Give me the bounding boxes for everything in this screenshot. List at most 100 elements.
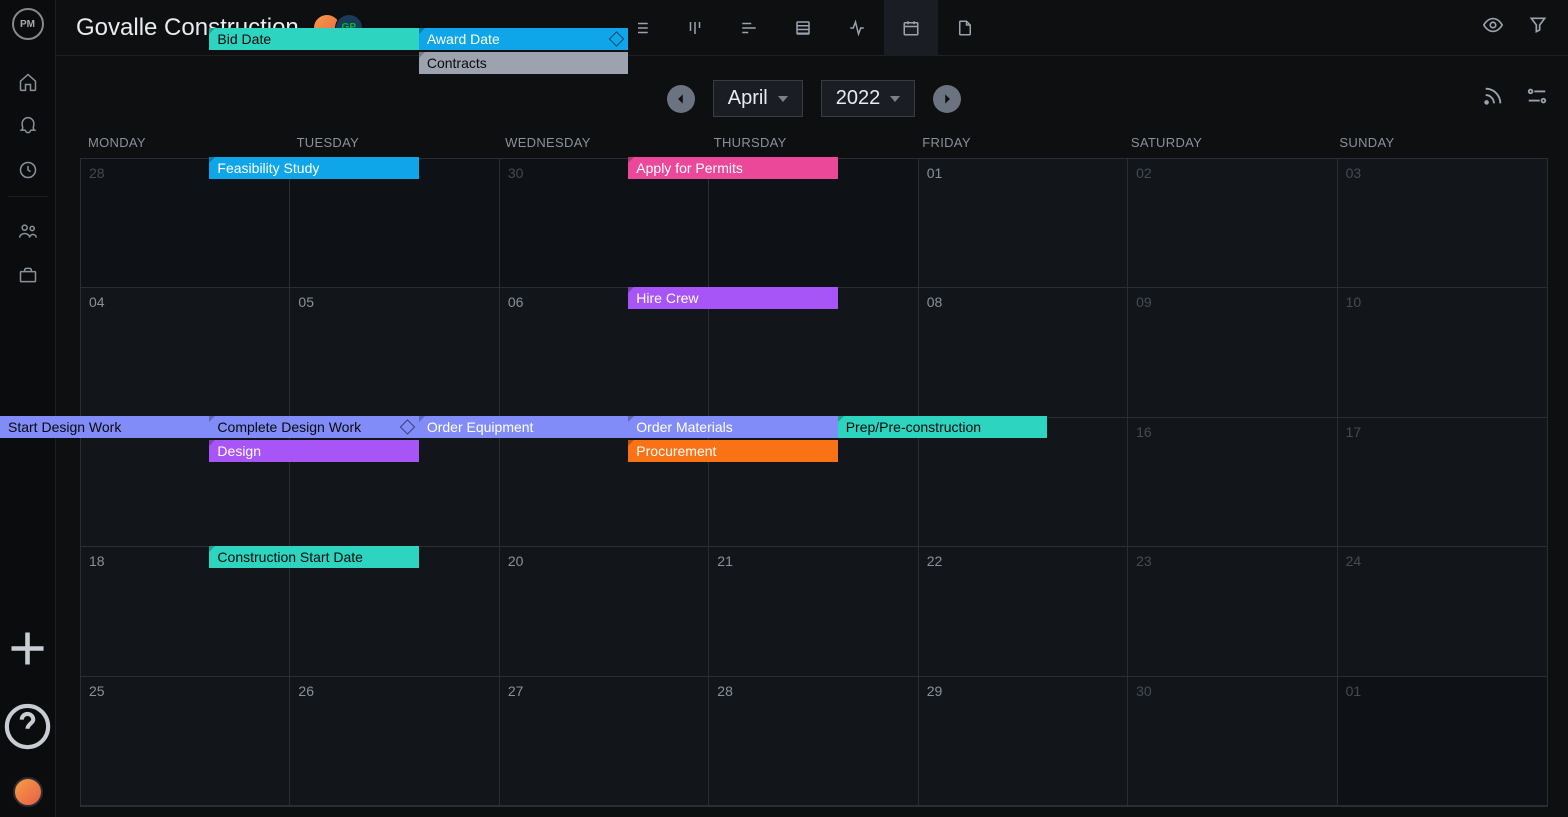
prev-month-button[interactable]: [667, 85, 695, 113]
calendar-cell[interactable]: 22: [919, 547, 1128, 676]
day-number: 16: [1136, 424, 1328, 440]
user-avatar[interactable]: [13, 777, 43, 807]
day-number: 02: [1136, 165, 1328, 181]
event-notch-icon: [209, 546, 215, 552]
day-header: FRIDAY: [922, 135, 1131, 150]
clock-icon[interactable]: [18, 160, 38, 180]
day-header: THURSDAY: [714, 135, 923, 150]
next-month-button[interactable]: [933, 85, 961, 113]
calendar-cell[interactable]: 01: [1338, 677, 1547, 806]
milestone-diamond-icon: [609, 31, 625, 47]
calendar-cell[interactable]: 01: [919, 159, 1128, 288]
file-view-tab[interactable]: [938, 0, 992, 56]
calendar-cell[interactable]: 20: [500, 547, 709, 676]
event-notch-icon: [419, 28, 425, 34]
calendar-cell[interactable]: 08: [919, 288, 1128, 417]
calendar-cell[interactable]: 10: [1338, 288, 1547, 417]
sheet-view-tab[interactable]: [776, 0, 830, 56]
calendar-cell[interactable]: 03: [1338, 159, 1547, 288]
event-bar[interactable]: Order Materials: [628, 416, 837, 438]
calendar-cell[interactable]: 09: [1128, 288, 1337, 417]
day-number: 21: [717, 553, 909, 569]
day-header: WEDNESDAY: [505, 135, 714, 150]
app-logo[interactable]: PM: [12, 8, 44, 40]
help-icon[interactable]: [0, 699, 55, 759]
day-number: 09: [1136, 294, 1328, 310]
divider: [8, 196, 48, 197]
event-bar[interactable]: Award Date: [419, 28, 628, 50]
day-number: 03: [1346, 165, 1539, 181]
calendar-cell[interactable]: 26: [290, 677, 499, 806]
event-notch-icon: [419, 416, 425, 422]
day-number: 27: [508, 683, 700, 699]
day-number: 26: [298, 683, 490, 699]
event-bar[interactable]: Apply for Permits: [628, 157, 837, 179]
day-number: 28: [717, 683, 909, 699]
day-headers: MONDAYTUESDAYWEDNESDAYTHURSDAYFRIDAYSATU…: [80, 135, 1548, 158]
event-bar[interactable]: Construction Start Date: [209, 546, 418, 568]
day-number: 01: [1346, 683, 1539, 699]
calendar-cell[interactable]: 16: [1128, 418, 1337, 547]
calendar-cell[interactable]: 05: [290, 288, 499, 417]
people-icon[interactable]: [18, 221, 38, 241]
gantt-view-tab[interactable]: [722, 0, 776, 56]
calendar-cell[interactable]: 28: [709, 677, 918, 806]
event-notch-icon: [628, 440, 634, 446]
event-bar[interactable]: Order Equipment: [419, 416, 628, 438]
day-number: 23: [1136, 553, 1328, 569]
event-notch-icon: [628, 287, 634, 293]
home-icon[interactable]: [18, 72, 38, 92]
event-notch-icon: [419, 52, 425, 58]
calendar-cell[interactable]: 21: [709, 547, 918, 676]
day-header: SATURDAY: [1131, 135, 1340, 150]
activity-view-tab[interactable]: [830, 0, 884, 56]
bell-icon[interactable]: [18, 116, 38, 136]
calendar-header: April 2022: [80, 80, 1548, 117]
day-header: SUNDAY: [1339, 135, 1548, 150]
event-bar[interactable]: Contracts: [419, 52, 628, 74]
event-bar[interactable]: Design: [209, 440, 418, 462]
day-number: 24: [1346, 553, 1539, 569]
calendar-cell[interactable]: 27: [500, 677, 709, 806]
day-number: 30: [1136, 683, 1328, 699]
calendar-cell[interactable]: 30: [1128, 677, 1337, 806]
day-number: 08: [927, 294, 1119, 310]
add-icon[interactable]: [0, 621, 55, 681]
calendar-cell[interactable]: 04: [81, 288, 290, 417]
calendar-cell[interactable]: 24: [1338, 547, 1547, 676]
event-notch-icon: [628, 416, 634, 422]
calendar-cell[interactable]: 25: [81, 677, 290, 806]
filter-icon[interactable]: [1528, 15, 1548, 40]
event-bar[interactable]: Feasibility Study: [209, 157, 418, 179]
calendar-cell[interactable]: 23: [1128, 547, 1337, 676]
day-number: 01: [927, 165, 1119, 181]
day-number: 29: [927, 683, 1119, 699]
day-number: 22: [927, 553, 1119, 569]
day-header: TUESDAY: [297, 135, 506, 150]
visibility-icon[interactable]: [1482, 14, 1504, 41]
calendar-cell[interactable]: 29: [919, 677, 1128, 806]
day-number: 20: [508, 553, 700, 569]
event-bar[interactable]: Start Design Work: [0, 416, 209, 438]
feed-icon[interactable]: [1482, 85, 1504, 112]
event-notch-icon: [628, 157, 634, 163]
calendar-view-tab[interactable]: [884, 0, 938, 56]
sidebar: PM: [0, 0, 56, 817]
event-bar[interactable]: Prep/Pre-construction: [838, 416, 1047, 438]
year-select[interactable]: 2022: [821, 80, 916, 117]
event-bar[interactable]: Procurement: [628, 440, 837, 462]
settings-icon[interactable]: [1526, 85, 1548, 112]
board-view-tab[interactable]: [668, 0, 722, 56]
briefcase-icon[interactable]: [18, 265, 38, 285]
event-bar[interactable]: Complete Design Work: [209, 416, 418, 438]
event-bar[interactable]: Bid Date: [209, 28, 418, 50]
event-notch-icon: [838, 416, 844, 422]
day-number: 10: [1346, 294, 1539, 310]
chevron-down-icon: [778, 96, 788, 102]
month-select[interactable]: April: [713, 80, 803, 117]
calendar-grid: 2829303101020304050607080910111213141516…: [80, 158, 1548, 807]
event-bar[interactable]: Hire Crew: [628, 287, 837, 309]
view-tabs: [614, 0, 992, 56]
calendar-cell[interactable]: 02: [1128, 159, 1337, 288]
calendar-cell[interactable]: 17: [1338, 418, 1547, 547]
